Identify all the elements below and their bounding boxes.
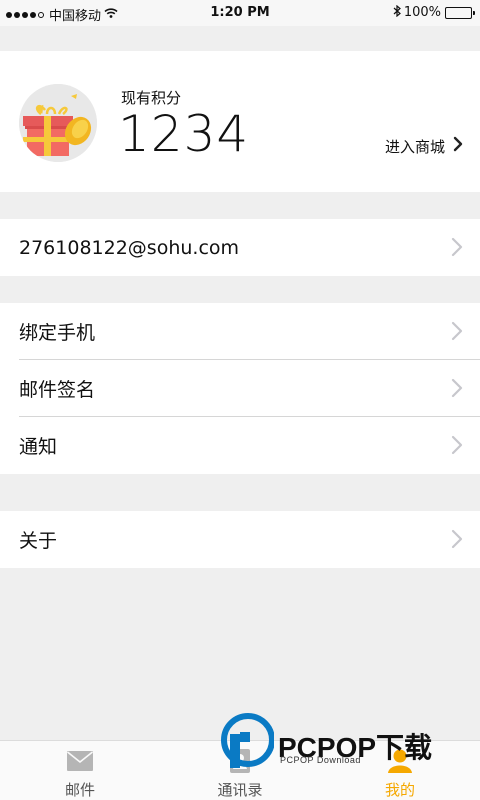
tab-mail-label: 邮件 [64,781,95,799]
battery-icon [445,6,475,19]
points-value: 1234 [118,105,250,163]
chevron-right-icon [453,136,463,157]
about-label: 关于 [19,530,58,552]
enter-mall-link[interactable]: 进入商城 [385,136,463,157]
status-battery-area: 100% [393,4,475,20]
watermark-subtitle: PCPOP Download [280,755,361,765]
notification-label: 通知 [19,436,58,458]
points-card: 现有积分 1234 进入商城 [0,51,480,192]
status-bar: 中国移动 1:20 PM 100% [0,0,480,26]
tab-contacts-label: 通讯录 [217,781,263,799]
gift-avatar [19,84,97,162]
chevron-right-icon [451,237,463,257]
bind-phone-row[interactable]: 绑定手机 [0,303,480,360]
battery-percent: 100% [403,5,441,20]
pcpop-watermark: PCPOP下载 PCPOP Download [218,712,468,772]
gift-icon [19,84,97,162]
chevron-right-icon [451,378,463,398]
tab-mail[interactable]: 邮件 [0,741,160,800]
bind-phone-label: 绑定手机 [19,322,96,344]
chevron-right-icon [451,435,463,455]
mail-signature-row[interactable]: 邮件签名 [0,360,480,417]
mail-signature-label: 邮件签名 [19,379,96,401]
chevron-right-icon [451,529,463,549]
account-email-row[interactable]: 276108122@sohu.com [0,219,480,276]
tab-profile-label: 我的 [384,781,415,799]
bluetooth-icon [393,4,401,20]
mail-icon [67,751,93,771]
pcpop-logo-icon [221,713,274,768]
about-row[interactable]: 关于 [0,511,480,568]
account-email: 276108122@sohu.com [19,236,240,259]
chevron-right-icon [451,321,463,341]
notification-row[interactable]: 通知 [0,417,480,474]
enter-mall-label: 进入商城 [384,138,445,156]
